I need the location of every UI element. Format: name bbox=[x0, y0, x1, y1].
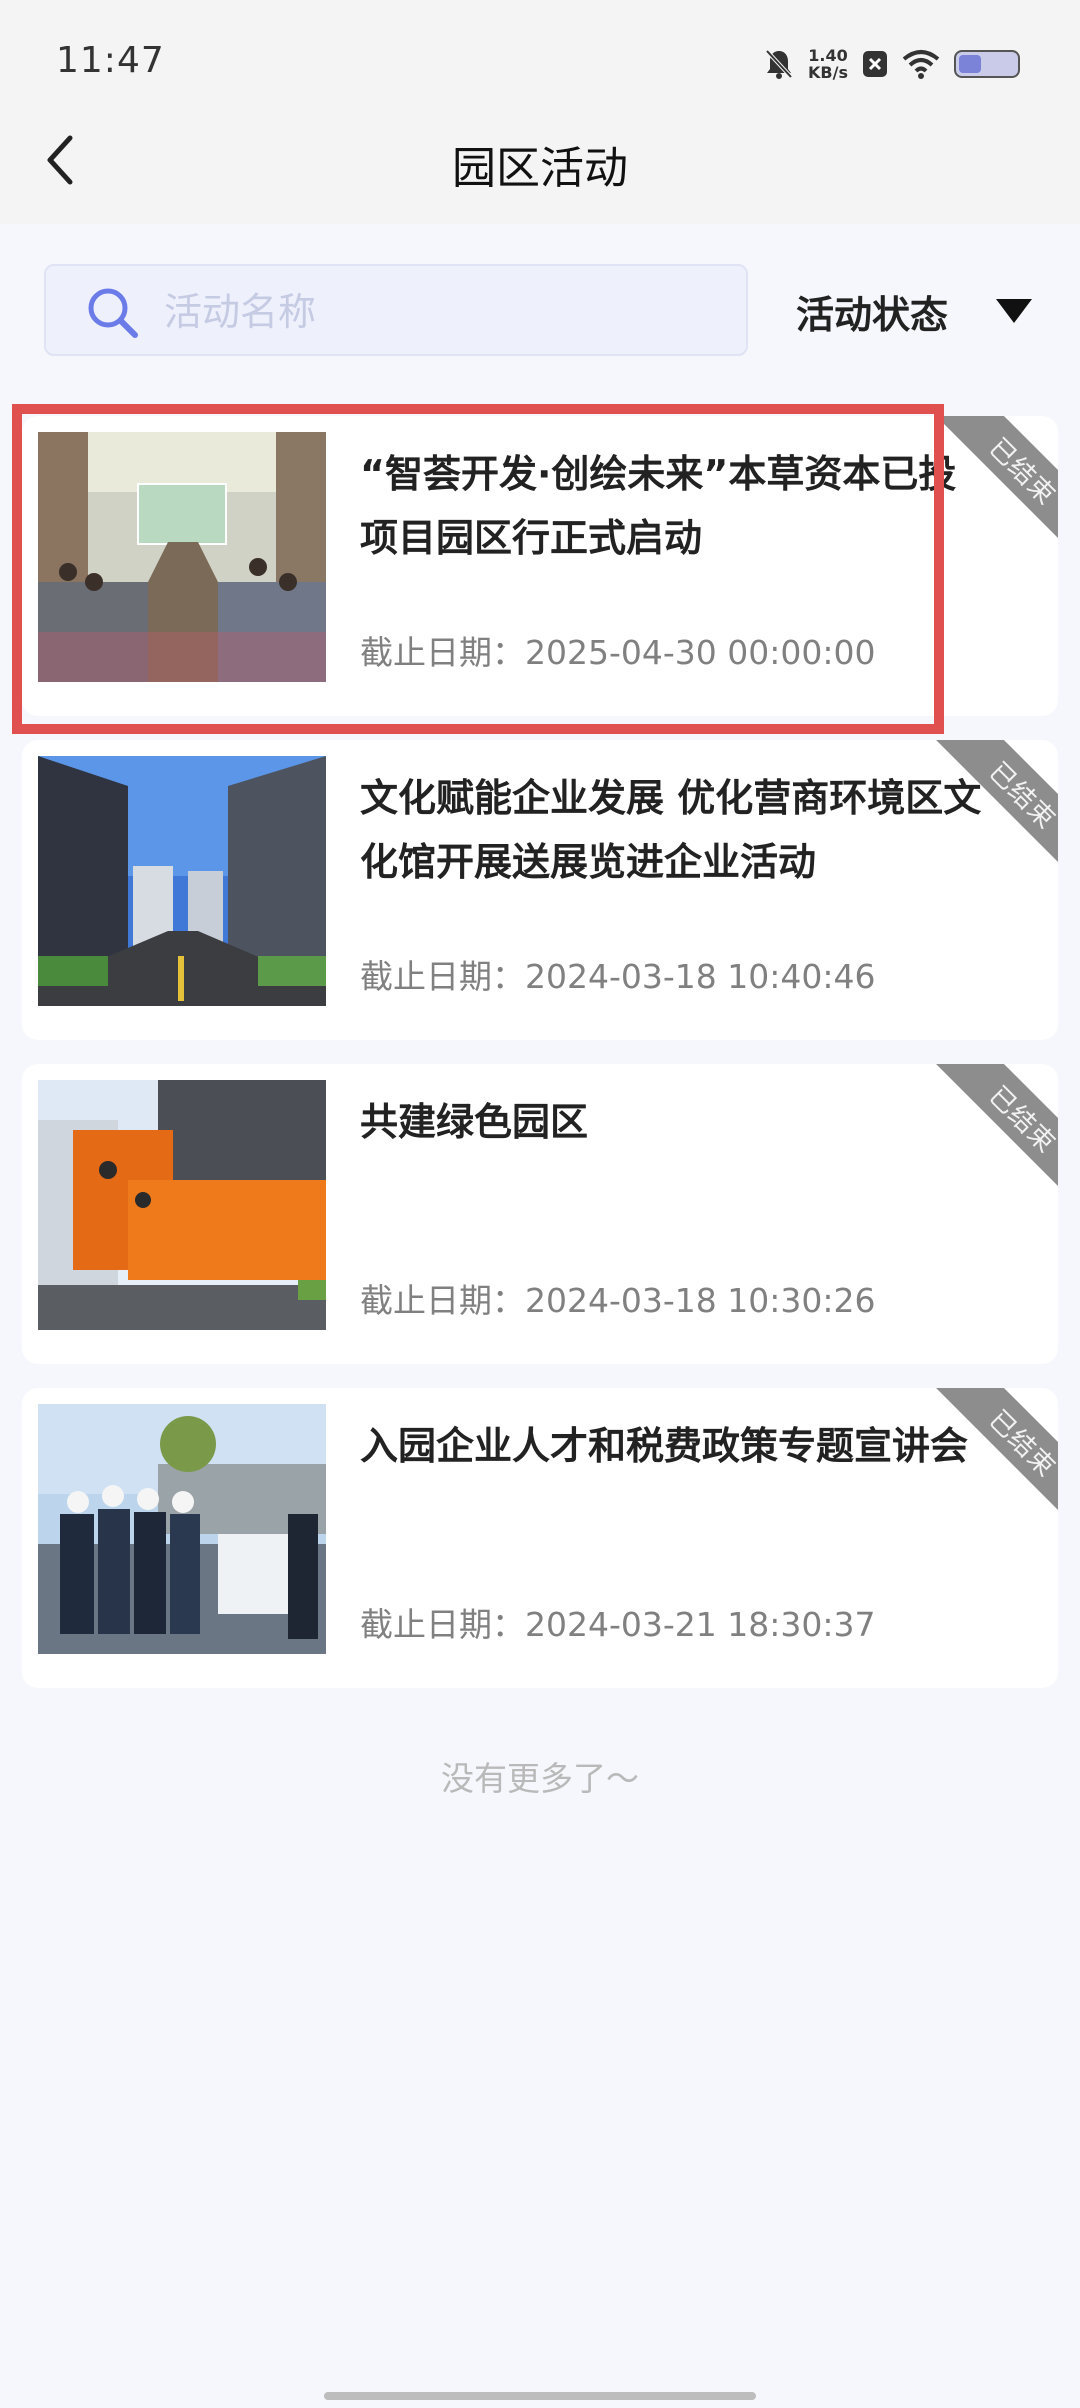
status-ribbon-label: 已结束 bbox=[982, 1404, 1058, 1484]
activity-title: 入园企业人才和税费政策专题宣讲会 bbox=[360, 1424, 969, 1468]
status-time: 11:47 bbox=[56, 40, 165, 81]
mute-bell-icon bbox=[765, 49, 793, 79]
activity-deadline: 截止日期：2024-03-18 10:30:26 bbox=[360, 1281, 876, 1320]
status-ribbon: 已结束 bbox=[928, 740, 1058, 870]
activity-thumbnail-meeting-room bbox=[38, 432, 326, 682]
activity-card[interactable]: 文化赋能企业发展 优化营商环境区文化馆开展送展览进企业活动 截止日期：2024-… bbox=[22, 740, 1058, 1040]
notification-x-icon bbox=[863, 51, 887, 77]
activity-status-dropdown[interactable]: 活动状态 bbox=[796, 276, 1033, 346]
activity-card[interactable]: 入园企业人才和税费政策专题宣讲会 截止日期：2024-03-21 18:30:3… bbox=[22, 1388, 1058, 1688]
network-speed: 1.40 KB/s bbox=[808, 46, 848, 82]
activity-card[interactable]: “智荟开发·创绘未来”本草资本已投项目园区行正式启动 截止日期：2025-04-… bbox=[22, 416, 1058, 716]
activity-title: “智荟开发·创绘未来”本草资本已投项目园区行正式启动 bbox=[360, 452, 957, 560]
activity-thumbnail-street bbox=[38, 756, 326, 1006]
status-ribbon-label: 已结束 bbox=[982, 756, 1058, 836]
activity-title: 共建绿色园区 bbox=[360, 1100, 589, 1144]
activity-thumbnail-orange-building bbox=[38, 1080, 326, 1330]
search-input[interactable] bbox=[164, 280, 724, 344]
page-title: 园区活动 bbox=[452, 143, 628, 194]
status-ribbon: 已结束 bbox=[928, 416, 1058, 546]
activity-deadline: 截止日期：2025-04-30 00:00:00 bbox=[360, 633, 876, 672]
status-ribbon: 已结束 bbox=[928, 1064, 1058, 1194]
no-more-text: 没有更多了～ bbox=[441, 1759, 639, 1798]
activity-thumbnail-site-visit bbox=[38, 1404, 326, 1654]
triangle-down-icon bbox=[996, 299, 1033, 323]
battery-icon bbox=[954, 50, 1020, 78]
activity-deadline: 截止日期：2024-03-18 10:40:46 bbox=[360, 957, 876, 996]
status-ribbon-label: 已结束 bbox=[982, 1080, 1058, 1160]
header-area: 11:47 1.40 KB/s 园区活动 bbox=[0, 0, 1080, 224]
home-indicator[interactable] bbox=[324, 2392, 756, 2400]
status-ribbon-label: 已结束 bbox=[982, 432, 1058, 512]
status-icons: 1.40 KB/s bbox=[764, 42, 1022, 86]
search-bar[interactable] bbox=[44, 264, 748, 356]
status-ribbon: 已结束 bbox=[928, 1388, 1058, 1518]
wifi-icon bbox=[902, 50, 940, 79]
activity-deadline: 截止日期：2024-03-21 18:30:37 bbox=[360, 1605, 876, 1644]
activity-title: 文化赋能企业发展 优化营商环境区文化馆开展送展览进企业活动 bbox=[360, 776, 982, 884]
activity-status-label: 活动状态 bbox=[796, 292, 949, 337]
activity-card[interactable]: 共建绿色园区 截止日期：2024-03-18 10:30:26 已结束 bbox=[22, 1064, 1058, 1364]
search-icon bbox=[88, 288, 138, 338]
